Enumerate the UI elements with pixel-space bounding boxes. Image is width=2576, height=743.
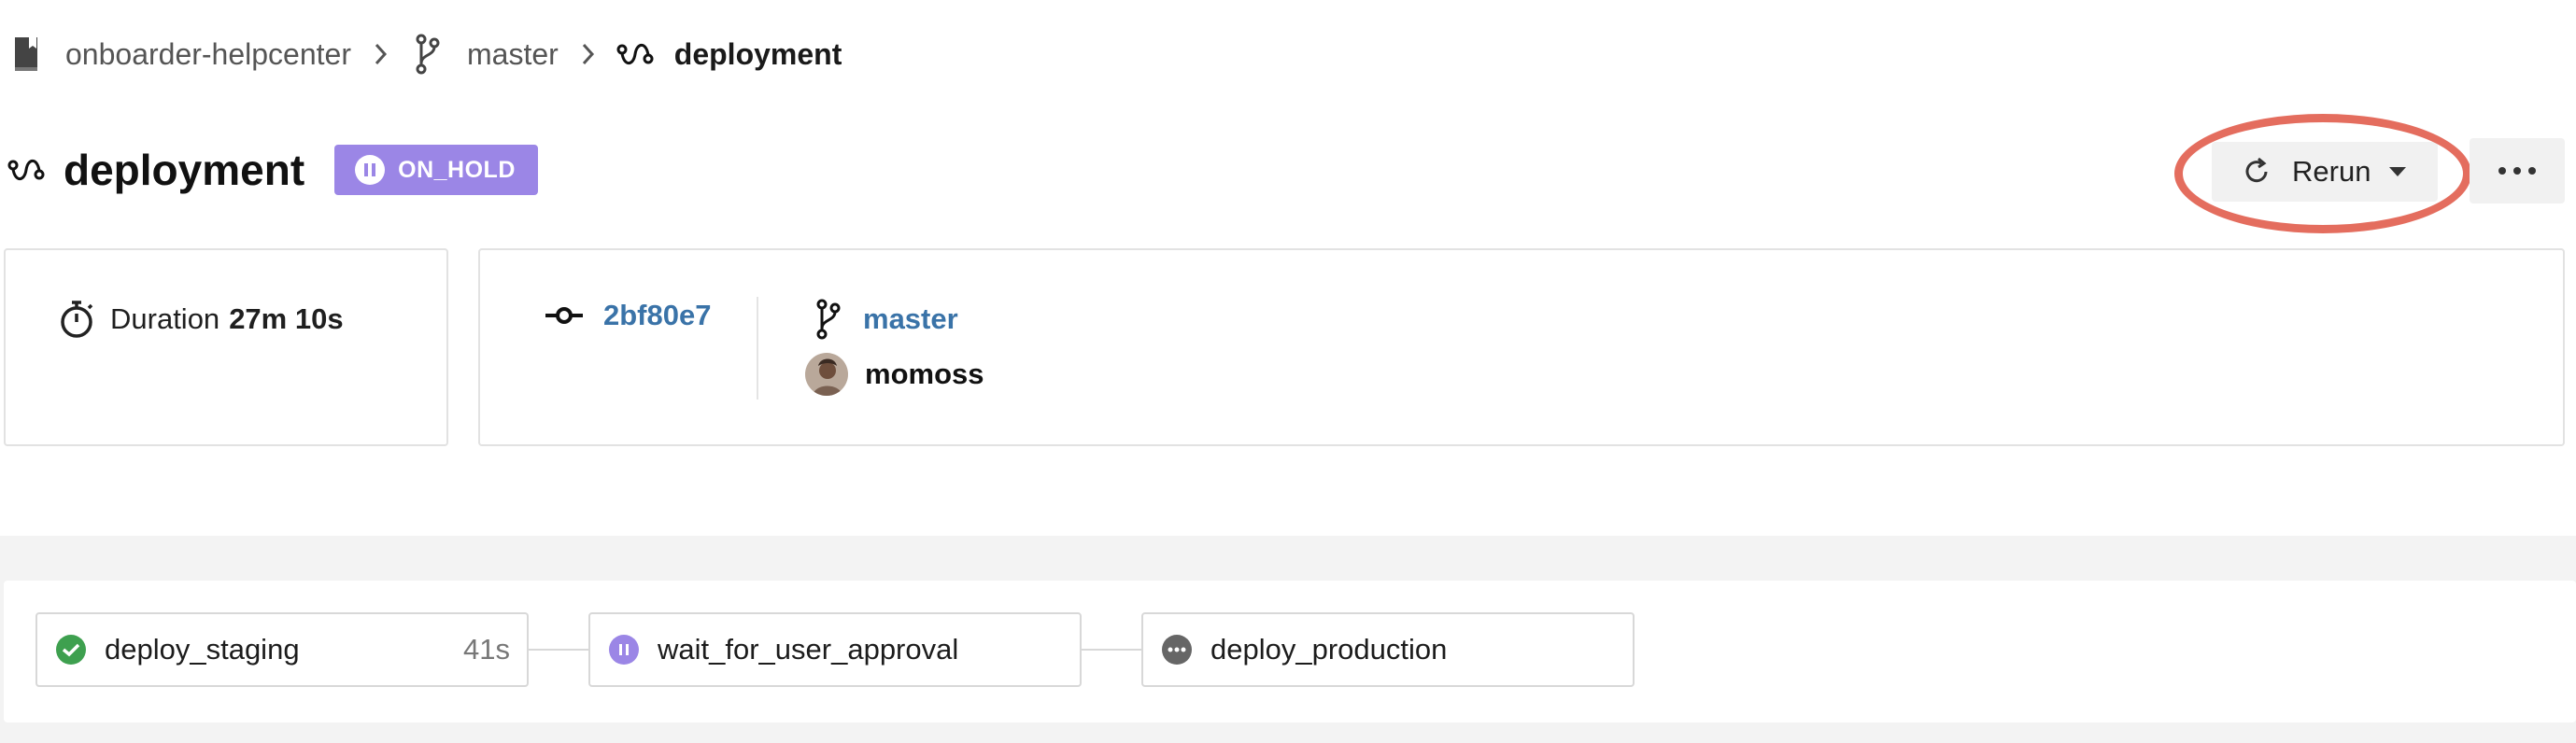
job-duration: 41s — [463, 633, 510, 666]
rerun-button-label: Rerun — [2292, 155, 2371, 188]
branch-link[interactable]: master — [813, 297, 958, 342]
workflow-icon — [6, 149, 47, 190]
job-connector — [529, 649, 588, 651]
rerun-button[interactable]: Rerun — [2212, 142, 2438, 202]
breadcrumb-branch[interactable]: master — [409, 34, 559, 75]
job-connector — [1082, 649, 1141, 651]
breadcrumb-project-label: onboarder-helpcenter — [65, 36, 351, 71]
duration-label: Duration — [110, 302, 220, 335]
chevron-right-icon — [374, 42, 389, 66]
status-badge-label: ON_HOLD — [398, 156, 516, 183]
workflow-icon — [616, 34, 654, 75]
avatar — [805, 353, 848, 396]
breadcrumb-workflow-label: deployment — [673, 36, 842, 71]
stopwatch-icon — [56, 297, 97, 342]
duration-value: 27m 10s — [229, 302, 344, 335]
job-name: deploy_production — [1210, 633, 1448, 666]
divider — [757, 297, 758, 400]
pause-icon — [609, 635, 639, 665]
ellipsis-icon — [1162, 635, 1192, 665]
job-name: deploy_staging — [105, 633, 300, 666]
chevron-right-icon — [581, 42, 596, 66]
git-branch-icon — [813, 297, 844, 342]
breadcrumb-branch-label: master — [466, 36, 559, 71]
page-header: deployment ON_HOLD — [6, 140, 538, 200]
breadcrumb: onboarder-helpcenter master deployment — [7, 28, 842, 80]
check-circle-icon — [56, 635, 86, 665]
ellipsis-icon — [2495, 162, 2540, 179]
job-name: wait_for_user_approval — [658, 633, 959, 666]
refresh-icon — [2240, 155, 2273, 189]
author-name: momoss — [865, 357, 984, 390]
pause-icon — [355, 155, 386, 185]
author: momoss — [805, 353, 984, 396]
status-badge: ON_HOLD — [334, 145, 538, 195]
commit-icon — [545, 297, 583, 334]
book-icon — [7, 34, 45, 75]
branch-name: master — [863, 302, 958, 335]
job-deploy-production[interactable]: deploy_production — [1141, 612, 1635, 687]
breadcrumb-project[interactable]: onboarder-helpcenter — [7, 34, 351, 75]
git-branch-icon — [409, 34, 446, 75]
caret-down-icon — [2389, 167, 2407, 176]
commit-sha: 2bf80e7 — [603, 299, 712, 331]
job-wait-for-user-approval[interactable]: wait_for_user_approval — [588, 612, 1082, 687]
commit-card: 2bf80e7 master momoss — [478, 248, 2565, 446]
job-deploy-staging[interactable]: deploy_staging 41s — [35, 612, 529, 687]
commit-link[interactable]: 2bf80e7 — [545, 297, 711, 334]
duration: Duration 27m 10s — [56, 297, 344, 342]
page-title: deployment — [64, 146, 305, 194]
more-actions-button[interactable] — [2470, 138, 2565, 203]
breadcrumb-workflow: deployment — [616, 34, 842, 75]
duration-card: Duration 27m 10s — [4, 248, 448, 446]
